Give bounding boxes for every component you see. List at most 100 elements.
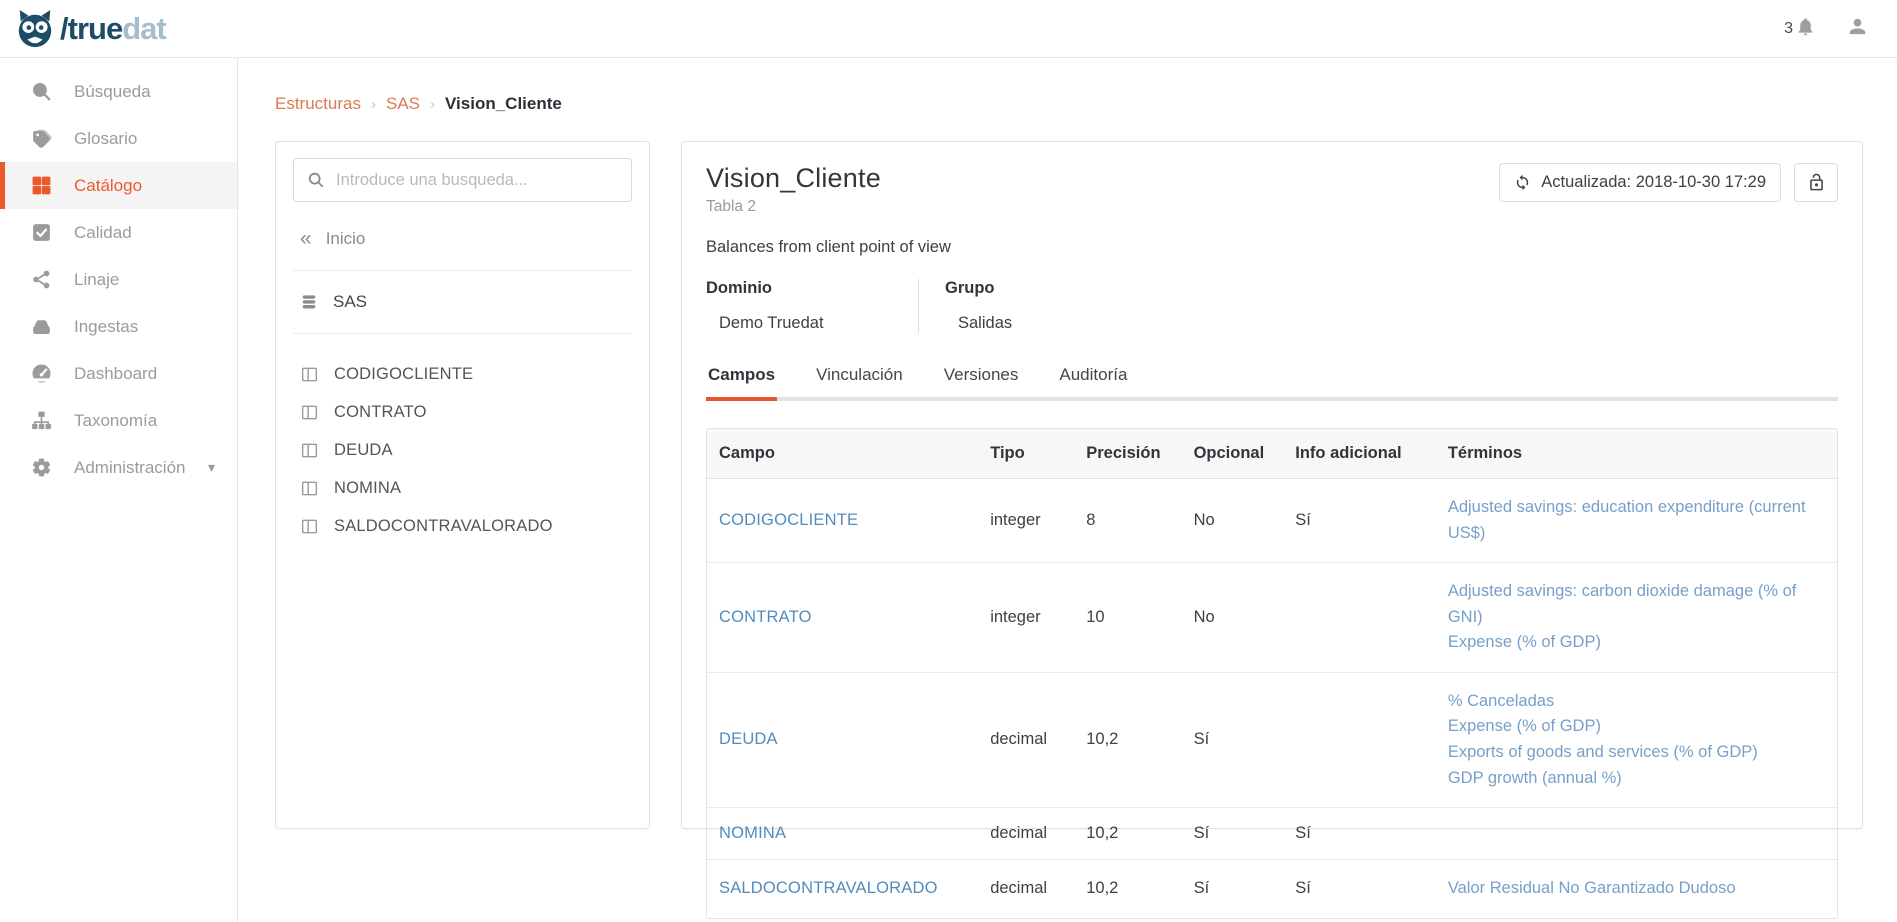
sidebar-item-catalogo[interactable]: Catálogo	[0, 162, 237, 209]
structure-title: Vision_Cliente	[706, 163, 881, 194]
gear-icon	[31, 457, 52, 478]
field-link[interactable]: NOMINA	[719, 824, 786, 842]
system-label: SAS	[333, 292, 367, 312]
sidebar-item-label: Dashboard	[74, 364, 157, 384]
group-label: Grupo	[945, 279, 1178, 298]
term-link[interactable]: Exports of goods and services (% of GDP)	[1448, 740, 1825, 766]
table-list-item[interactable]: DEUDA	[293, 431, 632, 469]
breadcrumb-link[interactable]: SAS	[386, 94, 420, 114]
cell-terminos: Adjusted savings: carbon dioxide damage …	[1436, 563, 1837, 673]
field-link[interactable]: SALDOCONTRAVALORADO	[719, 879, 938, 897]
field-link[interactable]: CONTRATO	[719, 608, 812, 626]
header-actions: 3	[1784, 15, 1879, 43]
cell-precision: 8	[1074, 479, 1181, 563]
breadcrumb-separator-icon: ›	[430, 96, 435, 113]
sidebar-item-taxonomia[interactable]: Taxonomía	[0, 397, 237, 444]
table-icon	[300, 517, 319, 536]
cell-terminos: Valor Residual No Garantizado Dudoso	[1436, 860, 1837, 918]
breadcrumb-separator-icon: ›	[371, 96, 376, 113]
structure-detail-panel: Vision_Cliente Tabla 2 Actualizada: 2018…	[681, 141, 1863, 829]
table-row: SALDOCONTRAVALORADOdecimal10,2SíSíValor …	[707, 860, 1837, 918]
table-row: CODIGOCLIENTEinteger8NoSíAdjusted saving…	[707, 479, 1837, 563]
table-list-item[interactable]: NOMINA	[293, 469, 632, 507]
fields-column-header: Términos	[1436, 429, 1837, 479]
domain-block: Dominio Demo Truedat	[706, 279, 918, 333]
divider	[293, 270, 632, 271]
tab-vinculacion[interactable]: Vinculación	[814, 359, 905, 397]
cell-info_adicional	[1283, 563, 1436, 673]
table-row: CONTRATOinteger10NoAdjusted savings: car…	[707, 563, 1837, 673]
sidebar-item-ingestas[interactable]: Ingestas	[0, 303, 237, 350]
term-link[interactable]: % Canceladas	[1448, 689, 1825, 715]
lock-toggle-button[interactable]	[1794, 163, 1838, 202]
sidebar-item-label: Catálogo	[74, 176, 142, 196]
app-logo[interactable]: /truedat	[14, 9, 166, 49]
sidebar-item-calidad[interactable]: Calidad	[0, 209, 237, 256]
term-link[interactable]: Adjusted savings: carbon dioxide damage …	[1448, 579, 1825, 630]
structure-search-input[interactable]	[336, 171, 618, 190]
cell-info_adicional: Sí	[1283, 479, 1436, 563]
sidebar-item-label: Administración	[74, 458, 186, 478]
cell-opcional: Sí	[1182, 673, 1284, 808]
cell-opcional: No	[1182, 563, 1284, 673]
sidebar-item-glosario[interactable]: Glosario	[0, 115, 237, 162]
fields-column-header: Info adicional	[1283, 429, 1436, 479]
fields-column-header: Precisión	[1074, 429, 1181, 479]
table-icon	[300, 441, 319, 460]
notifications-button[interactable]: 3	[1784, 16, 1816, 42]
structure-description: Balances from client point of view	[706, 238, 1838, 257]
structure-subtitle: Tabla 2	[706, 198, 881, 216]
tab-auditoria[interactable]: Auditoría	[1057, 359, 1129, 397]
top-header: /truedat 3	[0, 0, 1897, 58]
search-icon	[307, 171, 325, 189]
sidebar-item-dashboard[interactable]: Dashboard	[0, 350, 237, 397]
check-square-icon	[31, 222, 52, 243]
term-link[interactable]: Expense (% of GDP)	[1448, 630, 1825, 656]
share-icon	[31, 269, 52, 290]
term-link[interactable]: Adjusted savings: education expenditure …	[1448, 495, 1825, 546]
table-list-item[interactable]: CONTRATO	[293, 393, 632, 431]
sidebar-item-administracion[interactable]: Administración ▾	[0, 444, 237, 491]
sidebar-item-label: Calidad	[74, 223, 132, 243]
table-list-item-label: CONTRATO	[334, 403, 427, 422]
term-link[interactable]: Expense (% of GDP)	[1448, 714, 1825, 740]
breadcrumb-current: Vision_Cliente	[445, 94, 562, 114]
system-item-sas[interactable]: SAS	[293, 292, 632, 312]
cell-tipo: decimal	[978, 808, 1074, 860]
table-list-item[interactable]: SALDOCONTRAVALORADO	[293, 507, 632, 545]
field-link[interactable]: CODIGOCLIENTE	[719, 511, 858, 529]
structure-explorer-panel: « Inicio SAS CODIGOCLIENTE CONTRATO DEUDA N…	[275, 141, 650, 829]
user-menu-button[interactable]	[1846, 15, 1869, 43]
chevron-down-icon: ▾	[208, 459, 215, 476]
logo-wordmark: /truedat	[60, 13, 166, 44]
structure-search-box	[293, 158, 632, 202]
detail-tabs: Campos Vinculación Versiones Auditoría	[706, 359, 1838, 401]
table-list-item-label: NOMINA	[334, 479, 401, 498]
term-link[interactable]: Valor Residual No Garantizado Dudoso	[1448, 876, 1825, 902]
table-list-item[interactable]: CODIGOCLIENTE	[293, 355, 632, 393]
refresh-updated-button[interactable]: Actualizada: 2018-10-30 17:29	[1499, 163, 1781, 202]
chevron-double-left-icon: «	[300, 228, 312, 249]
cell-tipo: decimal	[978, 673, 1074, 808]
term-link[interactable]: GDP growth (annual %)	[1448, 766, 1825, 792]
owl-logo-icon	[14, 9, 56, 49]
fields-table: CampoTipoPrecisiónOpcionalInfo adicional…	[706, 428, 1838, 919]
breadcrumb-link[interactable]: Estructuras	[275, 94, 361, 114]
fields-column-header: Tipo	[978, 429, 1074, 479]
cell-precision: 10,2	[1074, 860, 1181, 918]
cell-info_adicional: Sí	[1283, 860, 1436, 918]
tab-versiones[interactable]: Versiones	[942, 359, 1021, 397]
sidebar-item-label: Búsqueda	[74, 82, 151, 102]
group-block: Grupo Salidas	[918, 279, 1178, 333]
updated-label: Actualizada: 2018-10-30 17:29	[1541, 173, 1766, 192]
sidebar-item-linaje[interactable]: Linaje	[0, 256, 237, 303]
sidebar-item-busqueda[interactable]: Búsqueda	[0, 68, 237, 115]
fields-column-header: Campo	[707, 429, 978, 479]
logo-slash: /	[60, 11, 68, 46]
cell-terminos: % CanceladasExpense (% of GDP)Exports of…	[1436, 673, 1837, 808]
field-link[interactable]: DEUDA	[719, 730, 778, 748]
tab-campos[interactable]: Campos	[706, 359, 777, 397]
user-icon	[1846, 25, 1869, 42]
logo-text-primary: true	[68, 11, 123, 46]
back-to-home-link[interactable]: « Inicio	[293, 228, 632, 249]
